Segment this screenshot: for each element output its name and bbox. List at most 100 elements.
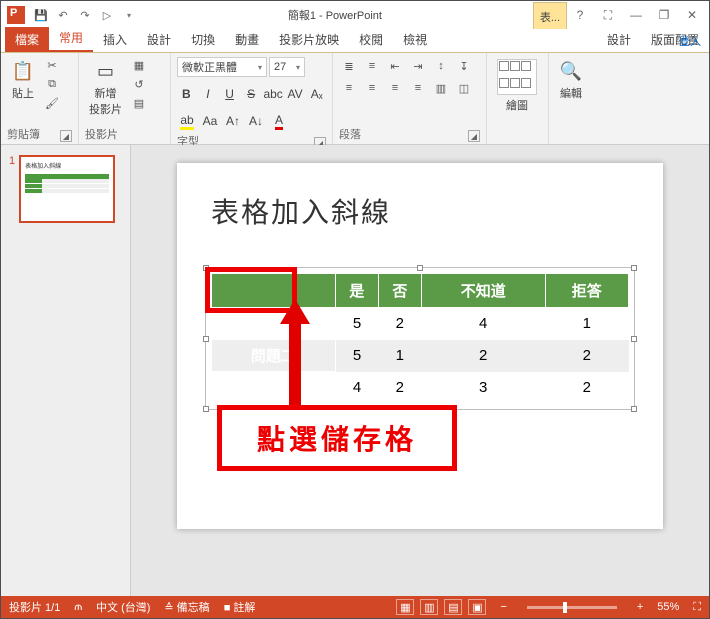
table-header[interactable]: 拒答: [545, 274, 628, 308]
sorter-view-button[interactable]: ▥: [420, 599, 438, 615]
slide-editor[interactable]: 表格加入斜線 是 否 不知道: [131, 145, 709, 596]
table-cell[interactable]: 5: [335, 340, 378, 372]
row-header[interactable]: 問題一: [212, 308, 336, 340]
new-slide-button[interactable]: ▭ 新增 投影片: [85, 57, 126, 119]
shrink-font-button[interactable]: A↓: [246, 111, 266, 131]
resize-handle[interactable]: [631, 406, 637, 412]
resize-handle[interactable]: [631, 265, 637, 271]
reset-icon[interactable]: ↺: [130, 76, 148, 92]
minimize-button[interactable]: —: [623, 5, 649, 25]
clear-format-button[interactable]: Aₓ: [307, 84, 326, 104]
tab-slideshow[interactable]: 投影片放映: [269, 27, 349, 52]
tab-view[interactable]: 檢視: [393, 27, 437, 52]
row-header[interactable]: 問題二: [212, 340, 336, 372]
copy-icon[interactable]: ⧉: [43, 76, 61, 92]
strike-button[interactable]: S: [242, 84, 261, 104]
table-header[interactable]: 不知道: [421, 274, 545, 308]
underline-button[interactable]: U: [220, 84, 239, 104]
tab-insert[interactable]: 插入: [93, 27, 137, 52]
format-painter-icon[interactable]: 🖌: [43, 95, 61, 111]
ribbon-options-button[interactable]: ⛶: [595, 5, 621, 25]
table-cell[interactable]: 4: [335, 372, 378, 404]
change-case-button[interactable]: Aa: [200, 111, 220, 131]
table-cell[interactable]: 2: [421, 340, 545, 372]
align-left-button[interactable]: ≡: [339, 79, 359, 97]
section-icon[interactable]: ▤: [130, 95, 148, 111]
italic-button[interactable]: I: [199, 84, 218, 104]
font-size-select[interactable]: 27▾: [269, 57, 305, 77]
slide-thumbnail-1[interactable]: 表格加入斜線: [19, 155, 115, 223]
shadow-button[interactable]: abc: [263, 84, 282, 104]
cut-icon[interactable]: ✂: [43, 57, 61, 73]
justify-button[interactable]: ≡: [408, 79, 428, 97]
language-indicator[interactable]: 中文 (台灣): [96, 599, 150, 615]
signin-link[interactable]: 登入: [679, 33, 701, 49]
text-direction-button[interactable]: ↧: [454, 57, 474, 75]
tab-home[interactable]: 常用: [49, 25, 93, 52]
slideshow-view-button[interactable]: ▣: [468, 599, 486, 615]
spellcheck-icon[interactable]: ⫙: [74, 601, 82, 614]
close-button[interactable]: ✕: [679, 5, 705, 25]
table-cell[interactable]: 5: [335, 308, 378, 340]
font-color-button[interactable]: A: [269, 111, 289, 131]
table-cell[interactable]: 4: [421, 308, 545, 340]
numbering-button[interactable]: ≡: [362, 57, 382, 75]
clipboard-launcher[interactable]: ◢: [60, 130, 72, 142]
table-cell[interactable]: 2: [378, 372, 421, 404]
save-icon[interactable]: 💾: [33, 7, 49, 23]
help-button[interactable]: ?: [567, 5, 593, 25]
data-table[interactable]: 是 否 不知道 拒答 問題一 5 2 4 1 問題二 5: [211, 273, 629, 404]
tab-animations[interactable]: 動畫: [225, 27, 269, 52]
start-slideshow-icon[interactable]: ▷: [99, 7, 115, 23]
table-cell[interactable]: 3: [421, 372, 545, 404]
slide-canvas[interactable]: 表格加入斜線 是 否 不知道: [177, 163, 663, 529]
table-header[interactable]: 是: [335, 274, 378, 308]
line-spacing-button[interactable]: ↕: [431, 57, 451, 75]
slide-counter[interactable]: 投影片 1/1: [9, 599, 60, 615]
table-cell[interactable]: 2: [545, 340, 628, 372]
zoom-out-button[interactable]: −: [500, 601, 506, 613]
undo-icon[interactable]: ↶: [55, 7, 71, 23]
indent-inc-button[interactable]: ⇥: [408, 57, 428, 75]
align-center-button[interactable]: ≡: [362, 79, 382, 97]
highlight-color-button[interactable]: ab: [177, 111, 197, 131]
maximize-button[interactable]: ❐: [651, 5, 677, 25]
resize-handle[interactable]: [631, 336, 637, 342]
tab-review[interactable]: 校閱: [349, 27, 393, 52]
table-cell[interactable]: 1: [545, 308, 628, 340]
tab-file[interactable]: 檔案: [5, 27, 49, 52]
comments-button[interactable]: ■ 註解: [224, 599, 256, 615]
zoom-level[interactable]: 55%: [657, 601, 679, 613]
align-right-button[interactable]: ≡: [385, 79, 405, 97]
table-header[interactable]: 否: [378, 274, 421, 308]
tab-design[interactable]: 設計: [137, 27, 181, 52]
resize-handle[interactable]: [203, 265, 209, 271]
table-header-blank[interactable]: [212, 274, 336, 308]
tab-transitions[interactable]: 切換: [181, 27, 225, 52]
grow-font-button[interactable]: A↑: [223, 111, 243, 131]
layout-icon[interactable]: ▦: [130, 57, 148, 73]
paste-button[interactable]: 📋 貼上: [7, 57, 39, 103]
table-cell[interactable]: 2: [545, 372, 628, 404]
normal-view-button[interactable]: ▦: [396, 599, 414, 615]
redo-icon[interactable]: ↷: [77, 7, 93, 23]
indent-dec-button[interactable]: ⇤: [385, 57, 405, 75]
tab-tool-design[interactable]: 設計: [597, 27, 641, 52]
resize-handle[interactable]: [203, 406, 209, 412]
resize-handle[interactable]: [417, 265, 423, 271]
bold-button[interactable]: B: [177, 84, 196, 104]
table-object[interactable]: 是 否 不知道 拒答 問題一 5 2 4 1 問題二 5: [211, 273, 629, 404]
table-cell[interactable]: 2: [378, 308, 421, 340]
fit-window-button[interactable]: ⛶: [693, 601, 701, 614]
columns-button[interactable]: ▥: [431, 79, 451, 97]
slide-title[interactable]: 表格加入斜線: [211, 191, 629, 231]
reading-view-button[interactable]: ▤: [444, 599, 462, 615]
editing-button[interactable]: 🔍 編輯: [555, 57, 587, 103]
smartart-button[interactable]: ◫: [454, 79, 474, 97]
row-header[interactable]: 問題二: [212, 372, 336, 404]
qat-more-icon[interactable]: ▾: [121, 7, 137, 23]
table-cell[interactable]: 1: [378, 340, 421, 372]
paragraph-launcher[interactable]: ◢: [468, 130, 480, 142]
shapes-button[interactable]: 繪圖: [493, 57, 541, 115]
zoom-slider[interactable]: [527, 606, 617, 609]
